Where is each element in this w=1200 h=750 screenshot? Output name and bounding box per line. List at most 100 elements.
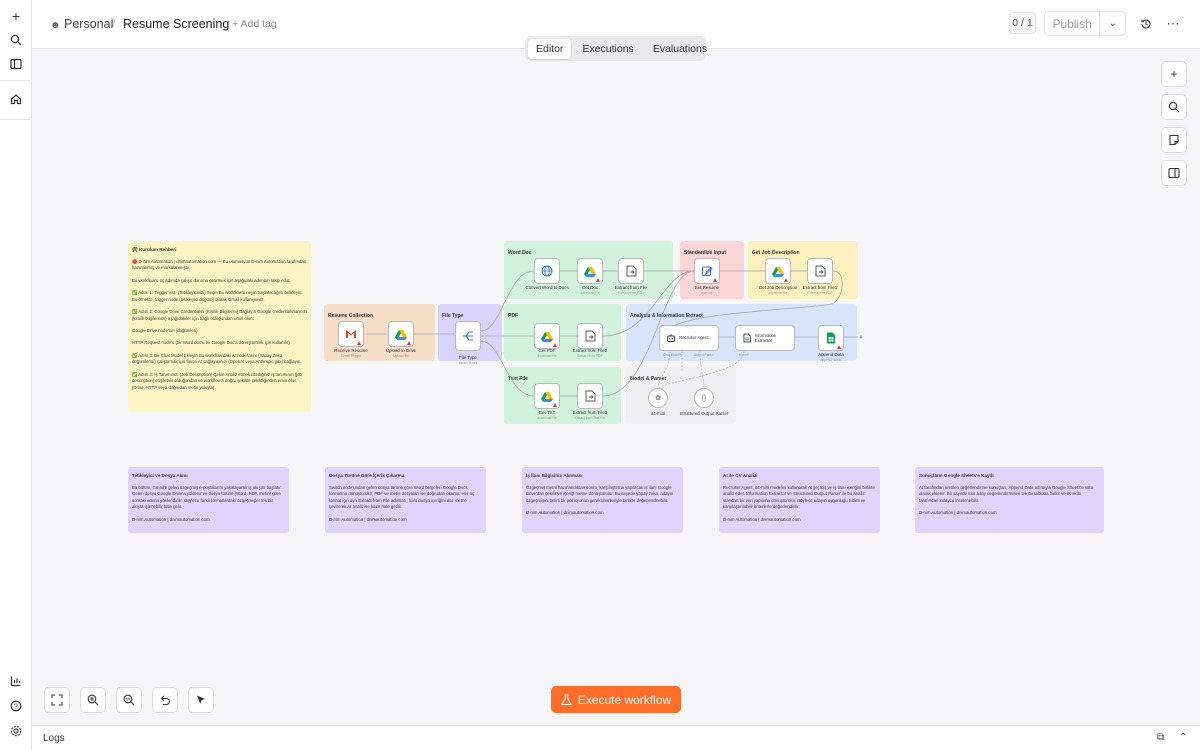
structured-output-parser-node[interactable]: {}: [694, 388, 714, 408]
extract-from-file3-node[interactable]: [577, 383, 603, 409]
node-label: Extract from File1: [802, 285, 838, 290]
panel-icon: [1168, 167, 1180, 179]
google-drive-icon: [584, 266, 596, 277]
toggle-panel-button[interactable]: [1161, 160, 1187, 186]
note-title: Sonuçların Google Sheets'e Kaydı: [919, 473, 994, 478]
node-subtitle: download file: [537, 416, 557, 420]
execute-label: Execute workflow: [577, 692, 672, 707]
receive-resume-node[interactable]: [338, 321, 364, 347]
node-label: Extract from File3: [572, 410, 608, 415]
note-content-extraction[interactable]: Dosya Türüne Göre İçerik Çıkarma Switch …: [325, 467, 486, 533]
get-pdf-node[interactable]: [534, 323, 560, 349]
node-label: Information Extractor: [754, 332, 777, 343]
publish-button-group: Publish ⌄: [1044, 11, 1126, 36]
upload-to-drive-node[interactable]: [388, 321, 414, 347]
add-sticky-note-button[interactable]: [1161, 127, 1187, 153]
node-label: Convert Word to Docs: [525, 285, 569, 290]
svg-text:?: ?: [14, 704, 18, 711]
warning-icon: [407, 341, 411, 345]
fit-view-button[interactable]: [44, 687, 70, 713]
add-node-button[interactable]: +: [1161, 61, 1187, 87]
recruiter-agent-node[interactable]: Recruiter Agent: [659, 325, 719, 351]
note-sheets[interactable]: Sonuçların Google Sheets'e Kaydı AI tara…: [915, 467, 1104, 533]
get-txt-node[interactable]: [534, 383, 560, 409]
node-label: Get TXT: [538, 410, 556, 415]
port-label: Output Parser: [693, 353, 715, 357]
node-label: Upload to Drive: [385, 348, 417, 353]
google-drive-icon: [395, 329, 407, 340]
get-job-description-node[interactable]: [765, 258, 791, 284]
search-icon[interactable]: [6, 30, 26, 50]
project-breadcrumb[interactable]: ☻ Personal: [50, 17, 113, 31]
undo-button[interactable]: [152, 687, 178, 713]
google-drive-icon: [541, 331, 553, 342]
warning-icon: [596, 278, 600, 282]
note-ai-analysis[interactable]: AI ile CV Analizi Recruiter Agent, o4-mi…: [719, 467, 880, 533]
port-label: Model*: [738, 353, 750, 357]
information-extractor-node[interactable]: Information Extractor: [735, 325, 795, 351]
node-label: Set Resume: [694, 285, 720, 290]
pointer-mode-button[interactable]: [188, 687, 214, 713]
extract-file-icon: [815, 265, 826, 277]
warning-icon: [357, 341, 361, 345]
zoom-out-button[interactable]: [116, 687, 142, 713]
tab-evaluations[interactable]: Evaluations: [645, 39, 715, 59]
node-subtitle: download file: [580, 291, 600, 295]
extract-file-icon: [626, 265, 637, 277]
extract-file-icon: [585, 330, 596, 342]
append-data-node[interactable]: [818, 325, 844, 351]
convert-word-to-docs-node[interactable]: [534, 258, 560, 284]
braces-icon: {}: [701, 394, 707, 402]
chevron-up-icon[interactable]: ⌃: [1179, 732, 1187, 743]
home-icon[interactable]: [6, 89, 26, 109]
connection-line: [480, 270, 535, 332]
note-footer: D-nim Automation | dnimautomation.com: [919, 510, 997, 516]
warning-icon: [553, 343, 557, 347]
set-resume-node[interactable]: [694, 258, 720, 284]
help-icon[interactable]: ?: [6, 696, 26, 716]
node-label: Extract from File: [615, 285, 647, 290]
chart-icon[interactable]: [6, 671, 26, 691]
search-nodes-button[interactable]: [1161, 94, 1187, 120]
tab-executions[interactable]: Executions: [574, 39, 641, 59]
file-type-switch-node[interactable]: [455, 321, 481, 351]
google-sheets-icon: [827, 332, 835, 344]
tab-editor[interactable]: Editor: [528, 38, 572, 59]
logs-panel[interactable]: Logs ⧉ ⌃: [32, 725, 1200, 750]
note-job-description[interactable]: İş İlanı Bilgisinin Alınması Özgeçmiş me…: [522, 467, 683, 533]
node-label: Structured Output Parser: [679, 411, 729, 416]
node-subtitle: manual: [701, 291, 713, 295]
execute-workflow-button[interactable]: Execute workflow: [551, 686, 681, 713]
pop-out-icon[interactable]: ⧉: [1157, 732, 1164, 743]
node-label: Get Doc: [581, 285, 599, 290]
publish-button[interactable]: Publish: [1045, 12, 1101, 35]
history-icon[interactable]: [1136, 14, 1156, 34]
settings-icon[interactable]: [6, 721, 26, 741]
workflow-canvas[interactable]: 🛠 Kurulum Rehberi 🔴 D-nim Automation | d…: [32, 49, 1200, 725]
node-label: Append Data: [818, 352, 844, 357]
chevron-down-icon[interactable]: ⌄: [1100, 12, 1125, 35]
version-badge[interactable]: 0 / 1: [1009, 12, 1036, 34]
workflow-name[interactable]: Resume Screening: [123, 17, 229, 31]
note-title: Dosya Türüne Göre İçerik Çıkarma: [329, 473, 405, 478]
zoom-in-icon: [87, 694, 99, 706]
note-trigger[interactable]: Tetikleyici ve Dosya Alımı Bu bölüm, Gma…: [128, 467, 289, 533]
more-options-icon[interactable]: ⋯: [1163, 14, 1183, 34]
get-doc-node[interactable]: [577, 258, 603, 284]
o4-mini-model-node[interactable]: ✿: [648, 388, 668, 408]
node-subtitle: Upload file: [393, 354, 409, 358]
node-subtitle: Extract from PDF: [618, 291, 644, 295]
add-tag-button[interactable]: + Add tag: [232, 18, 277, 30]
zoom-in-button[interactable]: [80, 687, 106, 713]
extract-from-file1-node[interactable]: [807, 258, 833, 284]
warning-icon: [784, 278, 788, 282]
google-drive-icon: [541, 391, 553, 402]
logs-label: Logs: [43, 733, 65, 744]
note-title: AI ile CV Analizi: [723, 473, 758, 478]
plus-icon: +: [1170, 67, 1178, 81]
plus-icon[interactable]: +: [6, 6, 26, 26]
sidebar-toggle-icon[interactable]: [6, 54, 26, 74]
extract-from-file-node[interactable]: [618, 258, 644, 284]
extract-from-file2-node[interactable]: [577, 323, 603, 349]
robot-icon: [667, 334, 675, 342]
